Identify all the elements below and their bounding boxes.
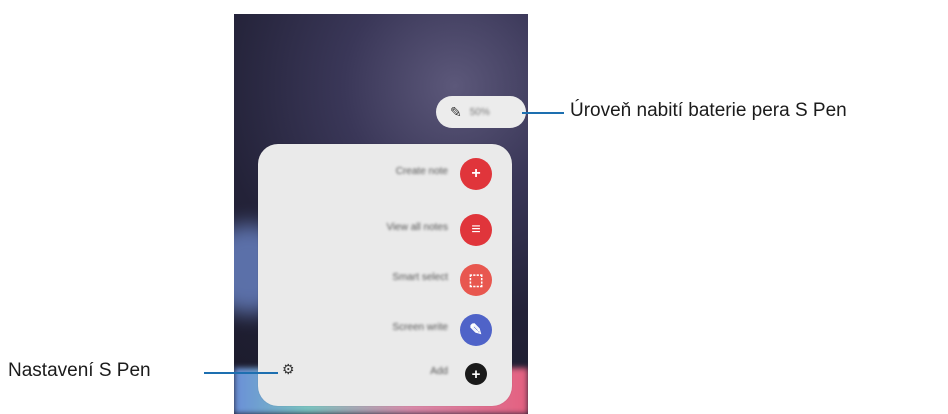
settings-callout-text: Nastavení S Pen: [8, 360, 151, 381]
gear-icon[interactable]: ⚙: [282, 361, 295, 378]
menu-item-add[interactable]: Add +: [258, 354, 512, 394]
create-note-icon[interactable]: +: [460, 158, 492, 190]
battery-level-text: 50%: [469, 106, 490, 118]
view-notes-icon[interactable]: ≡: [460, 214, 492, 246]
menu-item-create-note[interactable]: Create note +: [258, 154, 512, 194]
menu-item-label: Smart select: [392, 272, 448, 283]
battery-callout-line: [522, 112, 564, 114]
menu-item-screen-write[interactable]: Screen write ✎: [258, 310, 512, 350]
screen-write-icon[interactable]: ✎: [460, 314, 492, 346]
pen-icon: ✎: [450, 103, 462, 120]
menu-item-smart-select[interactable]: Smart select ⬚: [258, 260, 512, 300]
menu-item-label: View all notes: [386, 222, 448, 233]
battery-callout-text: Úroveň nabití baterie pera S Pen: [570, 100, 847, 121]
battery-level-pill: ✎ 50%: [436, 96, 526, 128]
smart-select-icon[interactable]: ⬚: [460, 264, 492, 296]
air-command-panel: Create note + View all notes ≡ Smart sel…: [258, 144, 512, 406]
menu-item-label: Screen write: [392, 322, 448, 333]
settings-callout-line: [204, 372, 278, 374]
menu-item-view-notes[interactable]: View all notes ≡: [258, 210, 512, 250]
add-icon[interactable]: +: [465, 363, 487, 385]
menu-item-label: Add: [430, 366, 448, 377]
menu-item-label: Create note: [395, 166, 448, 177]
